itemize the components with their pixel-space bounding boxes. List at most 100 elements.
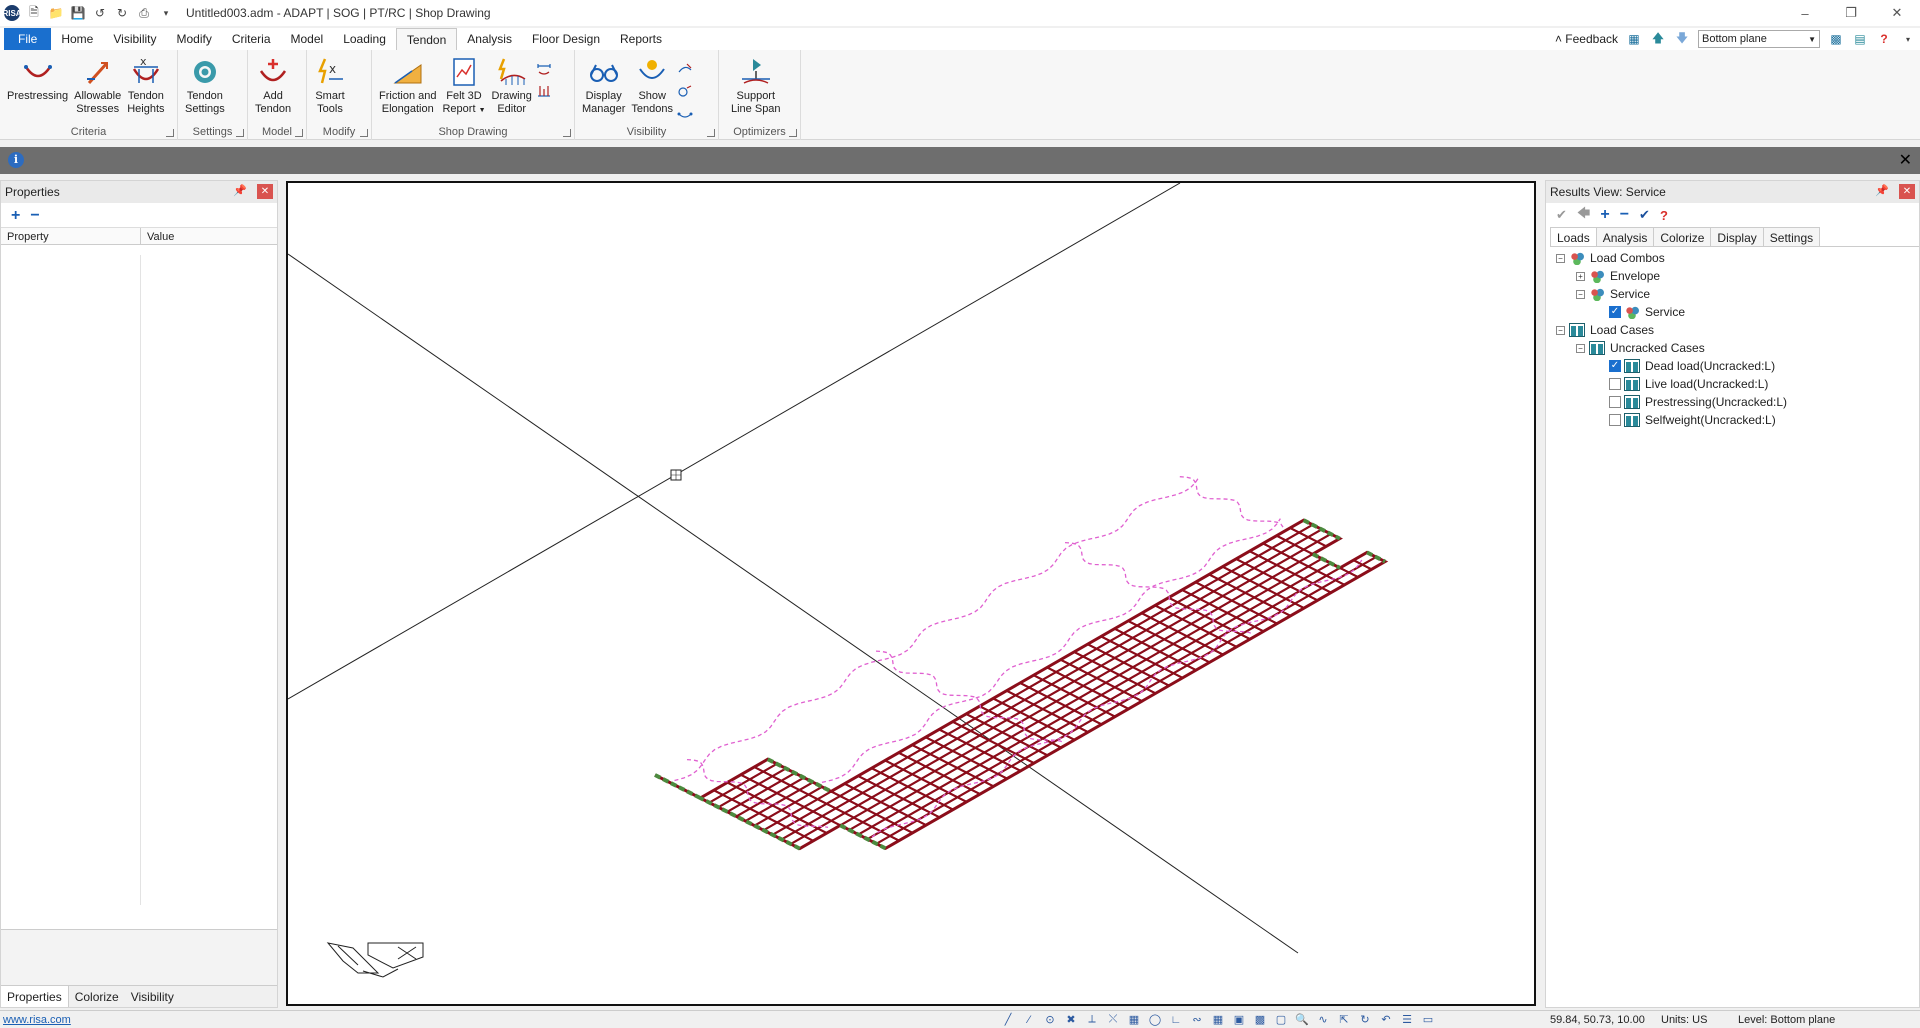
snap-nearest-icon[interactable]: ⤬	[1105, 1012, 1121, 1027]
check-all-icon[interactable]: ✔	[1639, 207, 1650, 223]
plane-view-icon[interactable]: ▩	[1828, 31, 1844, 47]
draw-line-icon[interactable]: ╱	[1000, 1012, 1016, 1027]
view-wire-icon[interactable]: ▢	[1273, 1012, 1289, 1027]
profile-tool-icon[interactable]	[535, 82, 553, 100]
tab-tendon[interactable]: Tendon	[395, 28, 458, 50]
feedback-button[interactable]: ˄ Feedback	[1555, 32, 1618, 46]
layers-icon[interactable]: ☰	[1399, 1012, 1415, 1027]
tab-display[interactable]: Display	[1710, 227, 1764, 246]
slab-mesh[interactable]	[654, 476, 1389, 851]
zoom-icon[interactable]: 🔍	[1294, 1012, 1310, 1027]
collapse-toggle-icon[interactable]: −	[1556, 325, 1565, 335]
help-icon[interactable]: ?	[1660, 208, 1668, 223]
grid-icon[interactable]: ▦	[1210, 1012, 1226, 1027]
grid-snap-icon[interactable]: ▦	[1126, 1012, 1142, 1027]
tendon-node-icon[interactable]	[676, 82, 694, 100]
collapse-toggle-icon[interactable]: −	[1576, 343, 1585, 353]
close-panel-icon[interactable]: ✕	[1899, 184, 1915, 199]
collapse-toggle-icon[interactable]: −	[1576, 289, 1585, 299]
pin-icon[interactable]: 📌	[233, 184, 247, 197]
collapse-all-icon[interactable]: −	[30, 207, 39, 225]
tree-item-live-load[interactable]: Live load(Uncracked:L)	[1546, 375, 1919, 393]
tab-reports[interactable]: Reports	[610, 28, 672, 50]
view-3d-icon[interactable]: ▣	[1231, 1012, 1247, 1027]
optimizers-launcher-icon[interactable]	[789, 129, 797, 137]
tendon-path[interactable]	[871, 559, 1363, 838]
bottom-tab-colorize[interactable]: Colorize	[69, 986, 125, 1007]
tab-colorize[interactable]: Colorize	[1653, 227, 1712, 246]
snap-center-icon[interactable]: ⊙	[1042, 1012, 1058, 1027]
tab-model[interactable]: Model	[281, 28, 334, 50]
close-panel-icon[interactable]: ✕	[257, 184, 273, 199]
tree-item-prestressing[interactable]: Prestressing(Uncracked:L)	[1546, 393, 1919, 411]
tab-criteria[interactable]: Criteria	[222, 28, 281, 50]
draw-segment-icon[interactable]: ⁄	[1021, 1012, 1037, 1027]
snap-perpendicular-icon[interactable]: ⟂	[1084, 1012, 1100, 1027]
apply-check-icon[interactable]: ✔	[1556, 207, 1567, 223]
view-solid-icon[interactable]: ▩	[1252, 1012, 1268, 1027]
redo-icon[interactable]: ↻	[114, 5, 130, 21]
snap-intersection-icon[interactable]: ✖	[1063, 1012, 1079, 1027]
back-arrow-icon[interactable]: 🡄	[1577, 204, 1590, 226]
prestressing-checkbox[interactable]	[1609, 396, 1621, 408]
tab-settings[interactable]: Settings	[1762, 227, 1821, 246]
settings-launcher-icon[interactable]	[236, 129, 244, 137]
model-viewport[interactable]	[286, 181, 1536, 1006]
tree-item-dead-load[interactable]: ✓ Dead load(Uncracked:L)	[1546, 357, 1919, 375]
measure-icon[interactable]: ↶	[1378, 1012, 1394, 1027]
tab-home[interactable]: Home	[51, 28, 103, 50]
tab-loading[interactable]: Loading	[333, 28, 396, 50]
tab-modify[interactable]: Modify	[166, 28, 221, 50]
close-window-button[interactable]: ✕	[1874, 0, 1920, 26]
tendon-path[interactable]	[1179, 476, 1284, 528]
selection-icon[interactable]: ⇱	[1336, 1012, 1352, 1027]
new-file-icon[interactable]: 🗎	[26, 5, 42, 21]
remove-icon[interactable]: −	[1620, 206, 1629, 224]
help-dropdown-icon[interactable]: ▾	[1900, 31, 1916, 47]
tab-file[interactable]: File	[4, 28, 52, 50]
plane-select[interactable]: Bottom plane ▼	[1698, 30, 1820, 48]
dimension-tool-icon[interactable]	[535, 60, 553, 78]
bottom-tab-visibility[interactable]: Visibility	[125, 986, 180, 1007]
criteria-launcher-icon[interactable]	[166, 129, 174, 137]
tendon-path[interactable]	[674, 476, 1200, 782]
tree-item-uncracked-cases[interactable]: − Uncracked Cases	[1546, 339, 1919, 357]
tab-analysis-results[interactable]: Analysis	[1595, 227, 1655, 246]
live-load-checkbox[interactable]	[1609, 378, 1621, 390]
add-icon[interactable]: +	[1600, 206, 1609, 224]
undo-icon[interactable]: ↺	[92, 5, 108, 21]
building-view-icon[interactable]: ▦	[1626, 31, 1642, 47]
axis-icon[interactable]: ∟	[1168, 1012, 1184, 1027]
modify-launcher-icon[interactable]	[360, 129, 368, 137]
app-logo[interactable]: RISA	[2, 5, 22, 21]
level-down-icon[interactable]: 🡇	[1674, 31, 1690, 47]
selfweight-checkbox[interactable]	[1609, 414, 1621, 426]
model-launcher-icon[interactable]	[295, 129, 303, 137]
open-folder-icon[interactable]: 📁	[48, 5, 64, 21]
ortho-icon[interactable]: ◯	[1147, 1012, 1163, 1027]
visibility-launcher-icon[interactable]	[707, 129, 715, 137]
bottom-tab-properties[interactable]: Properties	[1, 986, 69, 1007]
minimize-button[interactable]: –	[1782, 0, 1828, 26]
restore-button[interactable]: ❐	[1828, 0, 1874, 26]
shop-drawing-launcher-icon[interactable]	[563, 129, 571, 137]
tree-item-load-combos[interactable]: − Load Combos	[1546, 249, 1919, 267]
view-triad[interactable]	[326, 942, 424, 978]
expand-toggle-icon[interactable]: +	[1576, 271, 1585, 281]
tree-item-envelope[interactable]: + Envelope	[1546, 267, 1919, 285]
tendon-select-icon[interactable]	[676, 60, 694, 78]
tendon-path[interactable]	[875, 650, 1065, 744]
website-link[interactable]: www.risa.com	[3, 1014, 71, 1026]
dead-load-checkbox[interactable]: ✓	[1609, 360, 1621, 372]
tendon-path[interactable]	[1064, 541, 1254, 635]
customize-dropdown-icon[interactable]: ▾	[158, 5, 174, 21]
tree-item-service-group[interactable]: − Service	[1546, 285, 1919, 303]
tree-item-service[interactable]: ✓ Service	[1546, 303, 1919, 321]
save-icon[interactable]: 💾	[70, 5, 86, 21]
tracking-icon[interactable]: ∾	[1189, 1012, 1205, 1027]
collapse-toggle-icon[interactable]: −	[1556, 253, 1565, 263]
tab-analysis[interactable]: Analysis	[457, 28, 522, 50]
print-icon[interactable]: ⎙	[136, 5, 152, 21]
sheet-icon[interactable]: ▭	[1420, 1012, 1436, 1027]
stacked-view-icon[interactable]: ▤	[1852, 31, 1868, 47]
